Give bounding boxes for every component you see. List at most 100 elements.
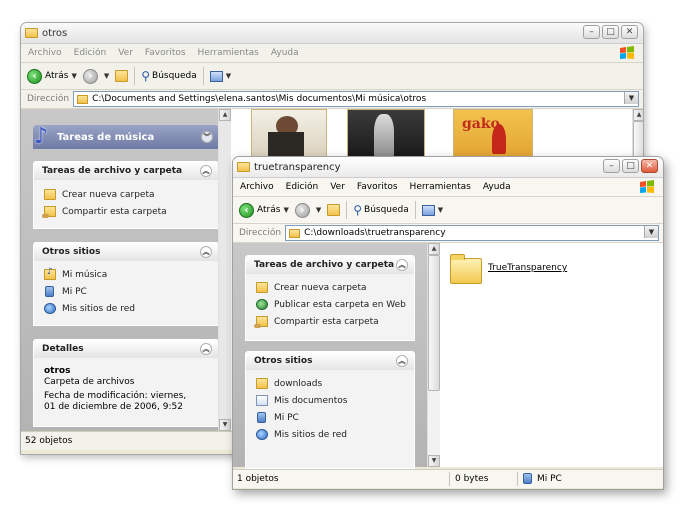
place-my-documents[interactable]: Mis documentos — [246, 392, 414, 409]
chevron-down-icon: ▼ — [225, 72, 232, 80]
front-window: truetransparency – □ ✕ Archivo Edición V… — [232, 156, 664, 490]
file-tasks-header[interactable]: Tareas de archivo y carpeta ︽ — [34, 162, 218, 180]
up-folder-button[interactable] — [115, 70, 129, 82]
forward-button[interactable]: › ▼ — [82, 68, 109, 84]
place-network[interactable]: Mis sitios de red — [34, 300, 218, 317]
minimize-button[interactable]: – — [583, 25, 600, 39]
task-share-folder[interactable]: Compartir esta carpeta — [34, 203, 218, 220]
scroll-up-arrow-icon[interactable]: ▲ — [428, 243, 440, 255]
task-pane: ♪ Tareas de música ︾ Tareas de archivo y… — [21, 109, 231, 431]
menu-archivo[interactable]: Archivo — [240, 182, 274, 192]
album-art-image — [492, 124, 506, 154]
menu-herramientas[interactable]: Herramientas — [198, 48, 259, 58]
music-tasks-header[interactable]: ♪ Tareas de música ︾ — [33, 125, 219, 149]
menu-favoritos[interactable]: Favoritos — [145, 48, 186, 58]
place-my-pc[interactable]: Mi PC — [34, 283, 218, 300]
up-folder-button[interactable] — [327, 204, 341, 216]
status-bar: 1 objetos 0 bytes Mi PC — [233, 469, 663, 488]
titlebar[interactable]: truetransparency – □ ✕ — [233, 157, 663, 178]
place-label: Mi PC — [62, 286, 87, 297]
address-dropdown-button[interactable]: ▼ — [624, 92, 638, 104]
menu-archivo[interactable]: Archivo — [28, 48, 62, 58]
address-dropdown-button[interactable]: ▼ — [644, 226, 658, 238]
scroll-down-arrow-icon[interactable]: ▼ — [428, 455, 440, 467]
back-button[interactable]: ‹ Atrás ▼ — [27, 68, 77, 84]
chevron-down-icon[interactable]: ▼ — [104, 72, 109, 80]
chevron-up-icon[interactable]: ︽ — [396, 355, 408, 367]
scroll-up-arrow-icon[interactable]: ▲ — [633, 109, 643, 121]
share-folder-icon — [254, 316, 268, 328]
maximize-button[interactable]: □ — [622, 159, 639, 173]
file-tasks-header[interactable]: Tareas de archivo y carpeta ︽ — [246, 256, 414, 274]
toolbar-separator — [414, 201, 416, 219]
place-network[interactable]: Mis sitios de red — [246, 426, 414, 443]
address-path: C:\Documents and Settings\elena.santos\M… — [92, 94, 427, 104]
other-places-header[interactable]: Otros sitios ︽ — [246, 352, 414, 370]
details-name: otros — [44, 366, 71, 376]
album-art-image — [374, 114, 394, 158]
search-button[interactable]: ⚲ Búsqueda — [353, 203, 409, 217]
place-my-music[interactable]: Mi música — [34, 266, 218, 283]
folder-icon — [256, 378, 268, 389]
scroll-up-arrow-icon[interactable]: ▲ — [219, 109, 231, 121]
minimize-button[interactable]: – — [603, 159, 620, 173]
search-label: Búsqueda — [152, 71, 197, 81]
back-button[interactable]: ‹ Atrás ▼ — [239, 202, 289, 218]
task-pane-scrollbar[interactable]: ▲ ▼ — [427, 243, 440, 467]
chevron-up-icon[interactable]: ︽ — [200, 343, 212, 355]
status-object-count: 1 objetos — [237, 474, 279, 484]
status-object-count: 52 objetos — [25, 436, 73, 446]
details-header[interactable]: Detalles ︽ — [34, 340, 218, 358]
folder-item-label[interactable]: TrueTransparency — [488, 263, 567, 273]
forward-button[interactable]: › ▼ — [294, 202, 321, 218]
place-label: downloads — [274, 378, 323, 389]
scroll-down-arrow-icon[interactable]: ▼ — [219, 419, 231, 431]
network-icon — [256, 429, 268, 440]
place-my-pc[interactable]: Mi PC — [246, 409, 414, 426]
search-button[interactable]: ⚲ Búsqueda — [141, 69, 197, 83]
search-label: Búsqueda — [364, 205, 409, 215]
task-create-folder[interactable]: Crear nueva carpeta — [246, 279, 414, 296]
up-folder-icon — [115, 70, 129, 82]
close-button[interactable]: ✕ — [621, 25, 638, 39]
titlebar[interactable]: otros – □ ✕ — [21, 23, 643, 44]
chevron-down-icon[interactable]: ▼ — [71, 72, 76, 80]
maximize-button[interactable]: □ — [602, 25, 619, 39]
menu-edicion[interactable]: Edición — [74, 48, 107, 58]
folder-icon[interactable] — [450, 254, 482, 284]
task-publish-web[interactable]: Publicar esta carpeta en Web — [246, 296, 414, 313]
address-bar: Dirección C:\Documents and Settings\elen… — [21, 90, 643, 109]
menu-favoritos[interactable]: Favoritos — [357, 182, 398, 192]
chevron-up-icon[interactable]: ︽ — [200, 165, 212, 177]
views-button[interactable]: ▼ — [421, 204, 443, 216]
menu-edicion[interactable]: Edición — [286, 182, 319, 192]
folder-icon — [237, 162, 250, 172]
chevron-down-icon[interactable]: ▼ — [283, 206, 288, 214]
chevron-up-icon[interactable]: ︽ — [396, 259, 408, 271]
place-downloads[interactable]: downloads — [246, 375, 414, 392]
scroll-thumb[interactable] — [428, 255, 440, 391]
menu-ayuda[interactable]: Ayuda — [271, 48, 299, 58]
place-label: Mis sitios de red — [62, 303, 135, 314]
views-button[interactable]: ▼ — [209, 70, 232, 82]
menu-ver[interactable]: Ver — [330, 182, 345, 192]
details-panel: Detalles ︽ otros Carpeta de archivos Fec… — [33, 339, 219, 427]
menu-ver[interactable]: Ver — [118, 48, 133, 58]
music-note-icon: ♪ — [33, 124, 49, 149]
task-share-folder[interactable]: Compartir esta carpeta — [246, 313, 414, 330]
address-input[interactable]: C:\Documents and Settings\elena.santos\M… — [73, 91, 639, 107]
other-places-header[interactable]: Otros sitios ︽ — [34, 243, 218, 261]
task-create-folder[interactable]: Crear nueva carpeta — [34, 186, 218, 203]
close-button[interactable]: ✕ — [641, 159, 658, 173]
address-input[interactable]: C:\downloads\truetransparency ▼ — [285, 225, 659, 241]
computer-icon — [523, 473, 532, 484]
chevron-down-icon[interactable]: ︾ — [201, 131, 213, 143]
menu-ayuda[interactable]: Ayuda — [483, 182, 511, 192]
search-icon: ⚲ — [141, 69, 151, 83]
chevron-down-icon[interactable]: ▼ — [316, 206, 321, 214]
folder-icon — [25, 28, 38, 38]
task-pane-scrollbar[interactable]: ▲ ▼ — [218, 109, 231, 431]
menu-herramientas[interactable]: Herramientas — [410, 182, 471, 192]
chevron-up-icon[interactable]: ︽ — [200, 246, 212, 258]
menu-bar: Archivo Edición Ver Favoritos Herramient… — [21, 44, 643, 63]
